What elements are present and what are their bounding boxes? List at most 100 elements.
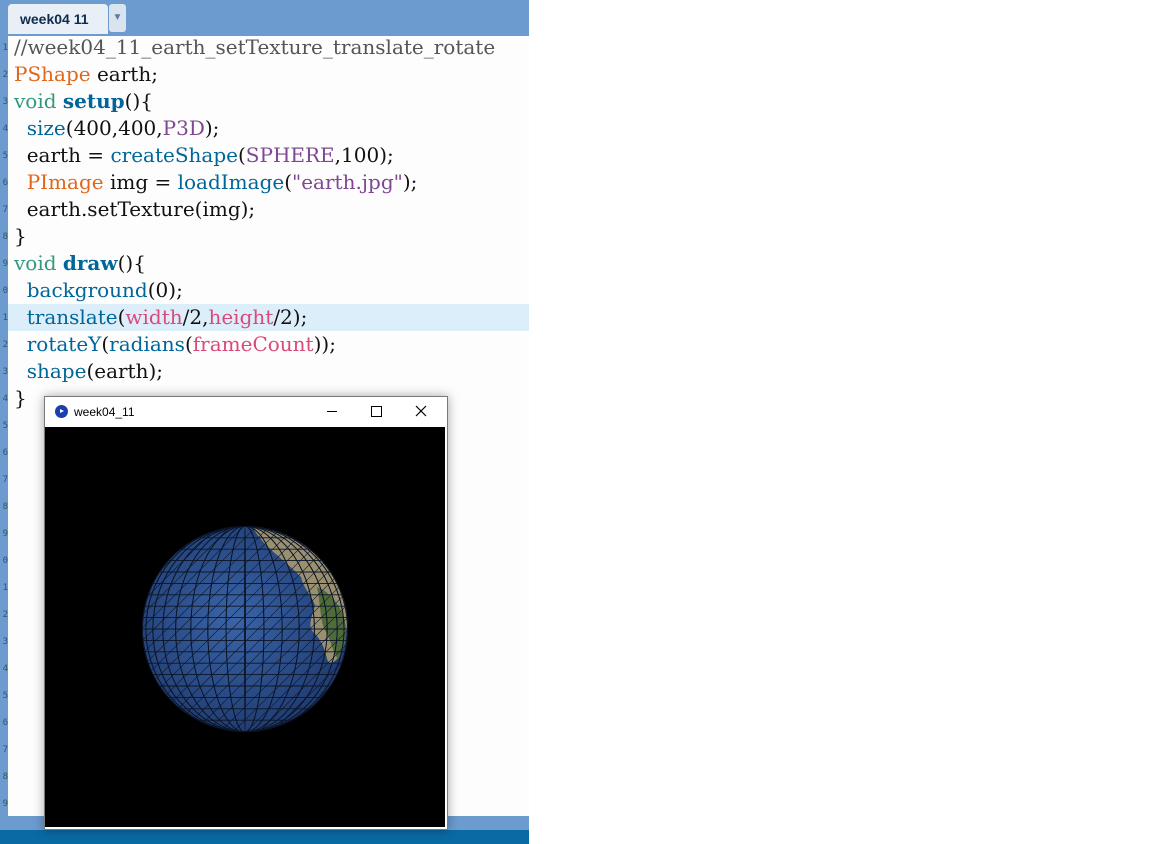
line-number-gutter: 123456789012345678901234567890 (0, 36, 8, 836)
tab-week04-11[interactable]: week04 11 (8, 4, 108, 34)
code-token: earth.setTexture(img); (14, 197, 256, 221)
code-token: size (26, 116, 66, 140)
line-number: 7 (2, 745, 8, 755)
code-line[interactable]: size(400,400,P3D); (14, 116, 220, 144)
code-token: setup (62, 89, 125, 113)
code-token: (400,400, (65, 116, 163, 140)
line-number: 4 (2, 394, 8, 404)
line-number: 2 (2, 340, 8, 350)
code-token: createShape (110, 143, 238, 167)
line-number: 0 (2, 286, 8, 296)
code-token: SPHERE (245, 143, 335, 167)
code-token: //week04_11_earth_setTexture_translate_r… (14, 36, 496, 59)
code-token: img = (103, 170, 178, 194)
line-number: 3 (2, 97, 8, 107)
line-number: 1 (2, 583, 8, 593)
code-line[interactable]: earth.setTexture(img); (14, 198, 255, 225)
line-number: 6 (2, 718, 8, 728)
code-token: ( (101, 332, 110, 356)
code-line[interactable]: PShape earth; (14, 63, 158, 90)
code-token: ( (184, 332, 193, 356)
code-line[interactable]: //week04_11_earth_setTexture_translate_r… (14, 36, 495, 63)
code-token: ); (402, 170, 418, 194)
code-token: ( (237, 143, 246, 167)
code-line[interactable]: translate(width/2,height/2); (14, 305, 308, 333)
code-line[interactable]: void draw(){ (14, 252, 146, 279)
line-number: 3 (2, 367, 8, 377)
code-token: P3D (162, 116, 205, 140)
line-number: 5 (2, 691, 8, 701)
code-line[interactable]: background(0); (14, 279, 183, 306)
code-token: PImage (26, 170, 104, 194)
code-token: void (14, 251, 57, 275)
code-token: (0); (147, 278, 183, 302)
code-token: shape (26, 359, 87, 383)
line-number: 4 (2, 664, 8, 674)
triangle-diagonal-line (350, 526, 445, 732)
sketch-canvas (45, 427, 445, 827)
sketch-title-bar[interactable]: week04_11 (45, 397, 447, 427)
processing-app-icon (55, 405, 68, 418)
maximize-button[interactable] (354, 397, 399, 427)
code-token: ,100); (334, 143, 394, 167)
code-line[interactable]: shape(earth); (14, 360, 163, 387)
code-token: (){ (117, 251, 146, 275)
line-number: 4 (2, 124, 8, 134)
code-token: "earth.jpg" (292, 170, 403, 194)
code-line[interactable]: } (14, 387, 27, 414)
minimize-button[interactable] (309, 397, 354, 427)
code-token: /2); (273, 305, 308, 329)
code-token: ( (284, 170, 293, 194)
sketch-window-title: week04_11 (74, 405, 135, 419)
code-token: width (125, 305, 183, 329)
code-token: loadImage (177, 170, 285, 194)
line-number: 5 (2, 421, 8, 431)
triangle-diagonal-line (45, 526, 140, 732)
code-token: /2, (182, 305, 209, 329)
code-token: )); (313, 332, 336, 356)
code-token: } (14, 224, 27, 248)
code-token: height (208, 305, 274, 329)
tab-menu-arrow-icon[interactable]: ▼ (109, 4, 126, 32)
code-token: (){ (124, 89, 153, 113)
line-number: 7 (2, 205, 8, 215)
code-line[interactable]: rotateY(radians(frameCount)); (14, 333, 336, 360)
code-token: } (14, 386, 27, 410)
line-number: 3 (2, 637, 8, 647)
triangle-diagonal-line (142, 526, 154, 732)
code-line[interactable]: PImage img = loadImage("earth.jpg"); (14, 170, 418, 198)
code-token: earth = (14, 143, 111, 167)
code-line[interactable]: earth = createShape(SPHERE,100); (14, 144, 394, 171)
line-number: 6 (2, 448, 8, 458)
code-line[interactable]: void setup(){ (14, 90, 153, 117)
close-button[interactable] (399, 397, 444, 427)
code-token: earth; (90, 62, 158, 86)
code-token: translate (26, 305, 118, 329)
line-number: 2 (2, 70, 8, 80)
code-token: background (26, 278, 148, 302)
line-number: 6 (2, 178, 8, 188)
earth-sphere-render (45, 526, 445, 732)
close-icon (415, 405, 427, 417)
code-token: radians (109, 332, 185, 356)
code-token: frameCount (192, 332, 314, 356)
code-token: PShape (14, 62, 91, 86)
code-token: void (14, 89, 57, 113)
maximize-icon (371, 406, 382, 417)
triangle-diagonal-line (336, 526, 348, 732)
sketch-window[interactable]: week04_11 (44, 396, 448, 830)
status-bar (0, 830, 529, 844)
code-token: rotateY (26, 332, 102, 356)
code-token: ); (204, 116, 220, 140)
minimize-icon (327, 411, 337, 412)
line-number: 9 (2, 529, 8, 539)
line-number: 7 (2, 475, 8, 485)
code-line[interactable]: } (14, 225, 27, 252)
line-number: 9 (2, 259, 8, 269)
line-number: 8 (2, 502, 8, 512)
